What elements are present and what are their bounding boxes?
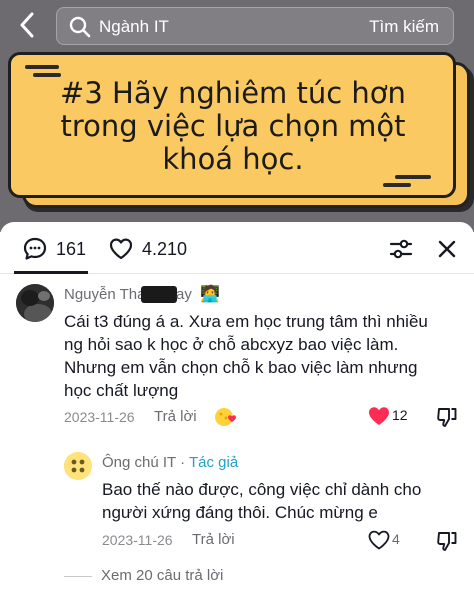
search-input[interactable]: Ngành IT Tìm kiếm [56, 7, 454, 45]
card-decoration [395, 175, 431, 179]
comment-icon [23, 237, 47, 260]
comment-like-count: 12 [392, 407, 408, 423]
comment-line: Bao thế nào được, công việc chỉ dành cho [102, 480, 422, 499]
author-name-suffix: ay [176, 286, 192, 303]
search-icon [69, 16, 91, 38]
author-separator: · [175, 454, 189, 471]
comment-text: Cái t3 đúng á a. Xưa em học trung tâm th… [64, 310, 428, 402]
reply-item: Ông chú IT · Tác giả Bao thế nào được, c… [0, 448, 474, 558]
comment-author[interactable]: Ông chú IT · Tác giả [102, 454, 238, 471]
author-emoji: 🧑‍💻 [200, 286, 220, 303]
avatar-image [64, 452, 92, 480]
reply-button[interactable]: Trả lời [154, 408, 197, 425]
search-button[interactable]: Tìm kiếm [369, 17, 439, 37]
comment-like-count: 4 [392, 531, 400, 547]
comment-line: Cái t3 đúng á a. Xưa em học trung tâm th… [64, 312, 428, 331]
comments-sheet: 161 4.210 Nguyễ [0, 222, 474, 594]
chevron-left-icon [20, 12, 34, 38]
dislike-icon[interactable] [436, 406, 458, 428]
close-icon[interactable] [434, 236, 460, 262]
comment-line: người xứng đáng thôi. Chúc mừng e [102, 503, 378, 522]
tab-likes[interactable]: 4.210 [108, 236, 187, 262]
video-player[interactable]: #3 Hãy nghiêm túc hơn trong việc lựa chọ… [0, 0, 474, 232]
author-name: Nguyễn Tha [64, 286, 146, 303]
filter-icon[interactable] [388, 236, 414, 262]
comment-line: Nhưng em vẫn chọn chỗ k bao việc làm như… [64, 358, 418, 377]
sheet-tabs: 161 4.210 [0, 222, 474, 274]
heart-filled-icon [369, 407, 389, 425]
search-query: Ngành IT [99, 17, 169, 36]
like-count: 4.210 [142, 238, 188, 259]
creator-liked-icon [215, 408, 236, 426]
card-decoration [383, 183, 411, 187]
redacted-name [141, 286, 177, 303]
comment-like-button[interactable]: 12 [368, 404, 418, 430]
card-title-line: khoá học. [162, 142, 304, 176]
comment-line: ng hỏi sao k học ở chỗ abcxyz bao việc l… [64, 335, 399, 354]
comment-item: Nguyễn Tha ay 🧑‍💻 Cái t3 đúng á a. Xưa e… [0, 280, 474, 432]
avatar[interactable] [16, 284, 54, 322]
divider [64, 576, 92, 577]
comment-like-button[interactable]: 4 [368, 528, 418, 554]
title-card: #3 Hãy nghiêm túc hơn trong việc lựa chọ… [8, 52, 456, 198]
heart-icon [109, 238, 133, 260]
comment-line: học chất lượng [64, 381, 179, 400]
heart-icon [368, 530, 390, 550]
comment-count: 161 [56, 238, 87, 259]
card-title-line: trong việc lựa chọn một [60, 109, 406, 143]
avatar[interactable] [64, 452, 92, 480]
card-title: #3 Hãy nghiêm túc hơn trong việc lựa chọ… [23, 77, 443, 176]
top-bar: Ngành IT Tìm kiếm [0, 0, 474, 52]
comment-text: Bao thế nào được, công việc chỉ dành cho… [102, 478, 421, 524]
view-more-replies[interactable]: Xem 20 câu trả lời [64, 566, 324, 588]
back-button[interactable] [12, 8, 42, 42]
reply-button[interactable]: Trả lời [192, 531, 235, 548]
author-name: Ông chú IT [102, 454, 176, 471]
card-decoration [25, 65, 59, 69]
tab-comments[interactable]: 161 [22, 236, 86, 262]
comment-date: 2023-11-26 [102, 532, 173, 548]
comment-author[interactable]: Nguyễn Tha [64, 286, 145, 303]
card-title-line: #3 Hãy nghiêm túc hơn [60, 76, 406, 110]
dislike-icon[interactable] [436, 530, 458, 552]
view-more-label: Xem 20 câu trả lời [101, 567, 224, 584]
comment-date: 2023-11-26 [64, 409, 135, 425]
avatar-image [16, 284, 54, 322]
author-badge: Tác giả [189, 454, 239, 471]
tab-indicator [14, 271, 88, 274]
